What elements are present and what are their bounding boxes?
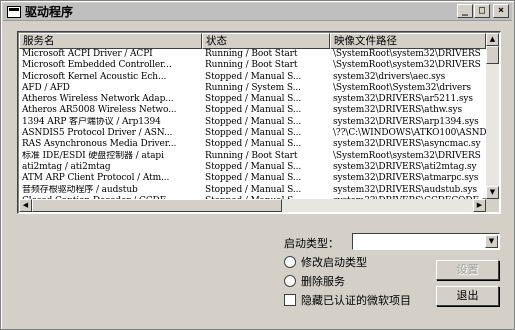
start-type-label: 启动类型： bbox=[284, 237, 339, 250]
list-body: Microsoft ACPI Driver / ACPI Running / Bo… bbox=[19, 49, 486, 199]
checkbox-hide-microsoft[interactable]: 隐藏已认证的微软项目 bbox=[284, 292, 411, 308]
close-button[interactable]: × bbox=[493, 4, 509, 18]
cell-service-name: Microsoft Embedded Controller... bbox=[22, 60, 172, 71]
cell-service-name: ati2mtag / ati2mtag bbox=[22, 161, 111, 172]
cell-image-path: system32\DRIVERS\atmarpc.sys bbox=[333, 173, 479, 184]
cell-service-name: 标准 IDE/ESDI 硬盘控制器 / atapi bbox=[22, 150, 164, 161]
cell-status: Stopped / Manual S... bbox=[205, 139, 302, 150]
table-row[interactable]: 音频存根驱动程序 / audstub Stopped / Manual S... s… bbox=[19, 185, 486, 196]
cell-service-name: AFD / AFD bbox=[22, 82, 70, 93]
exit-button[interactable]: 退出 bbox=[436, 286, 499, 306]
title-buttons: _ □ × bbox=[457, 4, 509, 18]
scroll-left-icon[interactable]: ◀ bbox=[19, 199, 32, 212]
table-row[interactable]: 1394 ARP 客户端协议 / Arp1394 Stopped / Manual… bbox=[19, 117, 486, 128]
cell-image-path: system32\DRIVERS\ati2mtag.sy bbox=[333, 161, 477, 172]
table-row[interactable]: Atheros AR5008 Wireless Netwo... Stopped … bbox=[19, 105, 486, 116]
window-app-icon bbox=[7, 5, 21, 18]
checkbox-hide-label: 隐藏已认证的微软项目 bbox=[301, 294, 411, 307]
cell-service-name: Microsoft Kernel Acoustic Ech... bbox=[22, 71, 167, 82]
cell-image-path: system32\drivers\aec.sys bbox=[333, 71, 446, 82]
radio-modify-label: 修改启动类型 bbox=[301, 256, 367, 269]
cell-status: Stopped / Manual S... bbox=[205, 94, 302, 105]
vertical-scroll-thumb[interactable] bbox=[486, 46, 499, 64]
table-row[interactable]: ati2mtag / ati2mtag Stopped / Manual S...… bbox=[19, 162, 486, 173]
radio-button[interactable] bbox=[284, 275, 296, 287]
cell-status: Stopped / Manual S... bbox=[205, 173, 302, 184]
scroll-down-icon[interactable]: ▼ bbox=[486, 186, 499, 199]
cell-service-name: ATM ARP Client Protocol / Atm... bbox=[22, 173, 170, 184]
table-row[interactable]: Microsoft Embedded Controller... Running … bbox=[19, 60, 486, 71]
radio-delete-label: 删除服务 bbox=[301, 275, 345, 288]
list-header: 服务名 状态 映像文件路径 bbox=[19, 33, 486, 49]
cell-status: Stopped / Manual S... bbox=[205, 71, 302, 82]
radio-delete-service[interactable]: 删除服务 bbox=[284, 273, 345, 289]
cell-service-name: ASNDIS5 Protocol Driver / ASN... bbox=[22, 128, 173, 139]
maximize-button[interactable]: □ bbox=[474, 4, 490, 18]
cell-service-name: Atheros Wireless Network Adap... bbox=[22, 94, 174, 105]
scroll-right-icon[interactable]: ▶ bbox=[473, 199, 486, 212]
cell-status: Stopped / Manual S... bbox=[205, 116, 302, 127]
title-bar[interactable]: 驱动程序 _ □ × bbox=[3, 3, 512, 21]
table-row[interactable]: Microsoft ACPI Driver / ACPI Running / Bo… bbox=[19, 49, 486, 60]
cell-service-name: 1394 ARP 客户端协议 / Arp1394 bbox=[22, 116, 161, 127]
cell-image-path: \SystemRoot\system32\DRIVERS bbox=[333, 150, 481, 161]
chevron-down-icon[interactable]: ▼ bbox=[485, 235, 498, 248]
scroll-up-icon[interactable]: ▲ bbox=[486, 33, 499, 46]
checkbox[interactable] bbox=[284, 294, 296, 306]
column-header-image-path[interactable]: 映像文件路径 bbox=[330, 33, 486, 49]
table-row[interactable]: 标准 IDE/ESDI 硬盘控制器 / atapi Running / Boot … bbox=[19, 151, 486, 162]
cell-image-path: \SystemRoot\system32\DRIVERS bbox=[333, 60, 481, 71]
cell-image-path: \SystemRoot\system32\DRIVERS bbox=[333, 49, 481, 59]
column-header-service-name[interactable]: 服务名 bbox=[19, 33, 202, 49]
table-row[interactable]: ATM ARP Client Protocol / Atm... Stopped … bbox=[19, 173, 486, 184]
cell-image-path: \??\C:\WINDOWS\ATKO100\ASNDI bbox=[333, 128, 486, 139]
cell-service-name: Atheros AR5008 Wireless Netwo... bbox=[22, 105, 177, 116]
table-row[interactable]: RAS Asynchronous Media Driver... Stopped … bbox=[19, 139, 486, 150]
cell-image-path: system32\DRIVERS\audstub.sys bbox=[333, 184, 477, 195]
table-row[interactable]: Atheros Wireless Network Adap... Stopped … bbox=[19, 94, 486, 105]
cell-image-path: system32\DRIVERS\asyncmac.sy bbox=[333, 139, 481, 150]
cell-image-path: system32\DRIVERS\ar5211.sys bbox=[333, 94, 473, 105]
table-row[interactable]: ASNDIS5 Protocol Driver / ASN... Stopped … bbox=[19, 128, 486, 139]
horizontal-scroll-thumb[interactable] bbox=[32, 199, 282, 212]
cell-image-path: system32\DRIVERS\athw.sys bbox=[333, 105, 462, 116]
window-title: 驱动程序 bbox=[25, 5, 74, 19]
cell-status: Running / Boot Start bbox=[205, 49, 298, 59]
horizontal-scrollbar[interactable]: ◀ ▶ bbox=[19, 199, 486, 212]
vertical-scrollbar[interactable]: ▲ ▼ bbox=[486, 33, 499, 199]
column-header-status[interactable]: 状态 bbox=[202, 33, 330, 49]
cell-status: Stopped / Manual S... bbox=[205, 184, 302, 195]
cell-status: Running / System S... bbox=[205, 82, 301, 93]
table-row[interactable]: Microsoft Kernel Acoustic Ech... Stopped … bbox=[19, 72, 486, 83]
start-type-select[interactable]: ▼ bbox=[352, 233, 500, 250]
driver-window: 驱动程序 _ □ × 服务名 状态 映像文件路径 Microsoft ACPI … bbox=[0, 0, 515, 330]
cell-service-name: 音频存根驱动程序 / audstub bbox=[22, 184, 138, 195]
cell-image-path: system32\DRIVERS\arp1394.sys bbox=[333, 116, 479, 127]
cell-status: Running / Boot Start bbox=[205, 150, 298, 161]
cell-image-path: \SystemRoot\System32\drivers bbox=[333, 82, 471, 93]
cell-status: Stopped / Manual S... bbox=[205, 161, 302, 172]
driver-list[interactable]: 服务名 状态 映像文件路径 Microsoft ACPI Driver / AC… bbox=[17, 31, 501, 214]
cell-service-name: Microsoft ACPI Driver / ACPI bbox=[22, 49, 153, 59]
cell-service-name: RAS Asynchronous Media Driver... bbox=[22, 139, 177, 150]
cell-status: Stopped / Manual S... bbox=[205, 105, 302, 116]
settings-button[interactable]: 设置 bbox=[436, 260, 499, 280]
table-row[interactable]: AFD / AFD Running / System S... \SystemRoo… bbox=[19, 83, 486, 94]
cell-status: Stopped / Manual S... bbox=[205, 128, 302, 139]
radio-button[interactable] bbox=[284, 256, 296, 268]
scroll-corner bbox=[486, 199, 499, 212]
cell-status: Running / Boot Start bbox=[205, 60, 298, 71]
radio-modify-start-type[interactable]: 修改启动类型 bbox=[284, 254, 367, 270]
minimize-button[interactable]: _ bbox=[457, 4, 473, 18]
